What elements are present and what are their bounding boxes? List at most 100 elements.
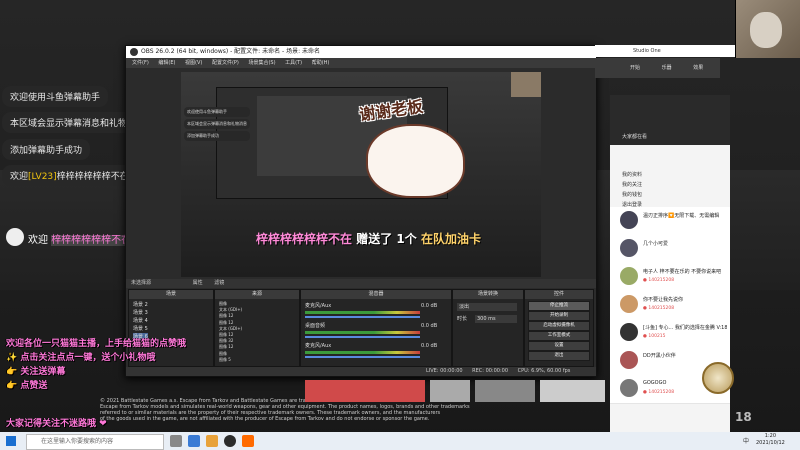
menu-my-profile[interactable]: 我的资料 bbox=[622, 170, 642, 180]
properties-button[interactable]: 属性 bbox=[193, 280, 203, 286]
badge-number: 18 bbox=[735, 410, 752, 424]
mixer-track-db: 0.0 dB bbox=[421, 343, 438, 349]
menu-view[interactable]: 视图(V) bbox=[185, 60, 202, 66]
copyright-line: of the goods used in the game, are not a… bbox=[100, 416, 430, 422]
obs-menubar: 文件(F) 编辑(E) 视图(V) 配置文件(P) 场景集合(S) 工具(T) … bbox=[126, 58, 596, 68]
obs-titlebar[interactable]: OBS 26.0.2 (64 bit, windows) - 配置文件: 未命名… bbox=[126, 46, 596, 58]
donation-gift: 在队加油卡 bbox=[420, 232, 481, 246]
thumbnail[interactable] bbox=[305, 380, 425, 402]
list-item[interactable]: [斗鱼] 专心... 我们的选择在金腾 V:181 ● 100215 bbox=[610, 319, 730, 348]
panel-header: 大家都在看 bbox=[610, 95, 730, 145]
mixer-track-db: 0.0 dB bbox=[421, 303, 438, 309]
donation-action: 赠送了 bbox=[356, 232, 393, 246]
obs-docks: 场景 场景 2 场景 3 场景 4 场景 5 场景 6 来源 图像 文本 (GD… bbox=[126, 289, 596, 376]
list-item[interactable]: 几个小可爱 bbox=[610, 235, 730, 264]
volume-slider[interactable] bbox=[305, 336, 420, 338]
start-recording-button[interactable]: 开始录制 bbox=[528, 311, 590, 321]
controls-header: 控件 bbox=[525, 290, 593, 299]
source-status: 未选择源 bbox=[131, 280, 152, 286]
rec-status: REC: 00:00:00 bbox=[472, 368, 509, 374]
obs-preview[interactable]: 欢迎使用斗鱼弹幕助手 本区域会显示弹幕消息和礼物消息 添加弹幕助手成功 谢谢老板… bbox=[181, 72, 541, 277]
studio-tab[interactable]: 开始 bbox=[630, 65, 640, 71]
list-item[interactable]: 温刃正排序🔽无限下载、无需编辑 bbox=[610, 207, 730, 236]
virtual-camera-button[interactable]: 启动虚拟摄像机 bbox=[528, 321, 590, 331]
scene-item[interactable]: 场景 3 bbox=[133, 309, 148, 317]
menu-my-wallet[interactable]: 我的钱包 bbox=[622, 190, 642, 200]
avatar bbox=[620, 239, 638, 257]
stop-streaming-button[interactable]: 停止推流 bbox=[528, 301, 590, 311]
list-item[interactable]: 你不要让我先说你 ● 140215208 bbox=[610, 291, 730, 320]
menu-scene-collection[interactable]: 场景集合(S) bbox=[248, 60, 275, 66]
exit-button[interactable]: 退出 bbox=[528, 351, 590, 361]
scene-item[interactable]: 场景 2 bbox=[133, 301, 148, 309]
thumbnail[interactable] bbox=[475, 380, 535, 402]
duration-input[interactable]: 300 ms bbox=[475, 315, 517, 323]
preview-chat-message: 本区域会显示弹幕消息和礼物消息 bbox=[184, 119, 250, 129]
donation-qty: 1个 bbox=[396, 232, 417, 246]
clock[interactable]: 1:20 2021/10/12 bbox=[756, 433, 785, 447]
search-placeholder: 在这里输入你要搜索的内容 bbox=[41, 438, 114, 445]
thumbnail[interactable] bbox=[430, 380, 470, 402]
donation-name: 梓梓梓梓梓梓不在 bbox=[256, 232, 353, 246]
mixer-dock: 混音器 麦克风/Aux 0.0 dB 桌面音频 0.0 dB 麦克风/Aux 0… bbox=[300, 289, 452, 367]
transitions-dock: 场景转换 淡出 时长 300 ms bbox=[452, 289, 524, 367]
big-welcome: 欢迎 梓梓梓梓梓梓不在 bbox=[28, 231, 132, 246]
chat-message: 欢迎使用斗鱼弹幕助手 bbox=[2, 86, 109, 107]
obs-window[interactable]: OBS 26.0.2 (64 bit, windows) - 配置文件: 未命名… bbox=[125, 45, 597, 377]
menu-edit[interactable]: 编辑(E) bbox=[158, 60, 175, 66]
douyu-taskbar-icon[interactable] bbox=[242, 435, 254, 447]
taskview-icon[interactable] bbox=[170, 435, 182, 447]
donation-banner: 梓梓梓梓梓梓不在 赠送了 1个 在队加油卡 bbox=[256, 230, 481, 247]
overlay-line: 👉 关注送弹幕 bbox=[6, 367, 66, 377]
big-welcome-name: 梓梓梓梓梓梓不在 bbox=[51, 235, 132, 246]
menu-help[interactable]: 帮助(H) bbox=[312, 60, 330, 66]
obs-logo-icon bbox=[130, 48, 138, 56]
studio-tab[interactable]: 乐器 bbox=[662, 65, 672, 71]
filters-button[interactable]: 滤镜 bbox=[214, 280, 224, 286]
taskbar-app-icon[interactable] bbox=[206, 435, 218, 447]
duration-label: 时长 bbox=[457, 316, 468, 322]
source-toolbar: 未选择源 属性 滤镜 bbox=[126, 279, 596, 288]
transitions-header: 场景转换 bbox=[453, 290, 523, 299]
overlay-line: ✨ 点击关注点点一键，送个小礼物哦 bbox=[6, 353, 156, 363]
level-badge-icon bbox=[702, 362, 734, 394]
obs-taskbar-icon[interactable] bbox=[224, 435, 236, 447]
input-language[interactable]: 中 bbox=[743, 436, 749, 445]
scene-item[interactable]: 场景 4 bbox=[133, 317, 148, 325]
source-item[interactable]: 图像 5 bbox=[219, 357, 242, 363]
taskbar-search-input[interactable]: 在这里输入你要搜索的内容 bbox=[26, 434, 164, 450]
avatar bbox=[620, 351, 638, 369]
menu-profile[interactable]: 配置文件(P) bbox=[212, 60, 239, 66]
menu-tools[interactable]: 工具(T) bbox=[285, 60, 302, 66]
source-list: 图像 文本 (GDI+) 图像 12 图像 12 文本 (GDI+) 图像 12… bbox=[219, 301, 242, 363]
studio-one-toolbar: 开始 乐器 效果 bbox=[595, 58, 720, 78]
mixer-meter bbox=[305, 311, 420, 314]
menu-my-follows[interactable]: 我的关注 bbox=[622, 180, 642, 190]
preview-chat: 欢迎使用斗鱼弹幕助手 本区域会显示弹幕消息和礼物消息 添加弹幕助手成功 bbox=[184, 107, 250, 141]
mixer-track-db: 0.0 dB bbox=[421, 323, 438, 329]
scenes-header: 场景 bbox=[129, 290, 213, 299]
studio-mode-button[interactable]: 工作室模式 bbox=[528, 331, 590, 341]
volume-slider[interactable] bbox=[305, 356, 420, 358]
clock-date: 2021/10/12 bbox=[756, 440, 785, 446]
panel-tab-title: 大家都在看 bbox=[622, 134, 648, 140]
avatar bbox=[620, 323, 638, 341]
list-item[interactable]: 电子人 梓不要在乐的 不要你说来吧 ● 140215208 bbox=[610, 263, 730, 292]
windows-start-icon[interactable] bbox=[6, 436, 16, 446]
settings-button[interactable]: 设置 bbox=[528, 341, 590, 351]
cat-figure bbox=[750, 12, 782, 48]
mixer-track-name: 麦克风/Aux bbox=[305, 303, 332, 309]
taskbar-app-icon[interactable] bbox=[188, 435, 200, 447]
obs-title-text: OBS 26.0.2 (64 bit, windows) - 配置文件: 未命名… bbox=[141, 48, 321, 55]
overlay-line: 欢迎各位一只猫猫主播，上手给猫猫的点赞哦 bbox=[6, 339, 187, 349]
scene-item[interactable]: 场景 5 bbox=[133, 325, 148, 333]
menu-file[interactable]: 文件(F) bbox=[132, 60, 149, 66]
thumbnail[interactable] bbox=[540, 380, 605, 402]
user-menu: 我的资料 我的关注 我的钱包 退出登录 bbox=[622, 170, 642, 210]
volume-slider[interactable] bbox=[305, 316, 420, 318]
overlay-line: 👉 点赞送 bbox=[6, 381, 48, 391]
preview-chat-message: 欢迎使用斗鱼弹幕助手 bbox=[184, 107, 250, 117]
welcome-level: [LV23] bbox=[28, 172, 57, 182]
studio-tab[interactable]: 效果 bbox=[693, 65, 703, 71]
transition-select[interactable]: 淡出 bbox=[457, 303, 517, 311]
